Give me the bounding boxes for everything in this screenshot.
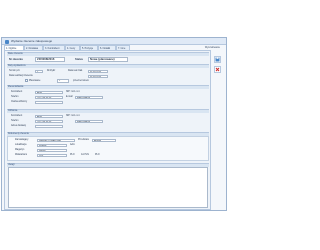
dept-field[interactable]: Kraków [37,143,67,148]
dept2-label: AAA [70,144,75,146]
buyer-address-label: Osoba odbiorcy [11,101,28,103]
order-window: Wydanie zlecenie zakupowego 1. Ogólne 2.… [1,37,227,211]
section-dates: Daty wydawnicze [7,64,209,68]
window-title: Wydanie zlecenie zakupowego [11,39,53,43]
date-plan-field[interactable]: 01.09.2016 [88,74,108,79]
rec-email-field[interactable]: adm@adm.pl [75,119,103,124]
currency-extra-1: PLN [70,154,75,156]
date-done-field[interactable]: 01.09.2016 [88,69,108,74]
section-recipient: Odbiorca [7,109,209,113]
currency-extra-3: PLN [95,154,100,156]
date-plan-label: Data realizacji zlecenia [9,75,33,77]
term-field[interactable]: 1 [35,69,43,74]
order-number-label: Nr zlecenia [9,58,23,61]
currency-extra-2: A1 PLN [81,154,89,156]
rec-phone-label: Telefon [11,120,19,122]
close-icon [215,67,220,72]
buyer-email-label: E-mail [66,96,73,98]
date-done-label: Data real./zak. [68,70,83,72]
buyer-phone-field[interactable]: (12) 234 45 59 [35,95,63,100]
buyer-phone-label: Telefon [11,96,19,98]
currency-field[interactable]: PLN [37,153,67,158]
contact2-label: Przedstaw. [78,139,90,141]
buyer-nip: NIP: ml-1-1-1 [66,91,80,93]
buyer-address-field[interactable] [35,100,63,105]
contact-label: Zamawiający [15,139,29,141]
rec-address-field[interactable] [35,124,63,129]
side-toolbar [211,50,226,210]
save-icon [215,57,220,62]
qty-field[interactable]: 1 [57,79,69,83]
buyer-email-field[interactable]: adm@adm.pl [75,95,103,100]
dept-label: Lokalizacja [15,144,27,146]
term-label: Termin p/o [9,70,20,72]
window-titlebar: Wydanie zlecenie zakupowego [2,38,226,45]
section-buyer: Zleceniodawca [7,85,209,89]
rec-name-field[interactable]: ADM [35,114,63,119]
store-field[interactable]: Serwis [37,148,67,153]
term-unit: Dni/tydz [47,70,56,72]
buyer-name-label: Kontrahent [11,91,23,93]
status-label: Status [75,58,83,61]
status-field[interactable]: Nowe (planowane) [88,57,128,62]
close-button[interactable] [214,66,221,73]
contact2-field[interactable]: ADMIN [92,138,116,143]
save-button[interactable] [214,56,221,63]
search-hint[interactable]: Wyszukiwanie [205,46,220,49]
section-main: Dane zlecenia [7,52,209,56]
contact-field[interactable]: ZAKŁADY KRAKOWA [37,138,75,143]
planned-label: Planowane [29,79,41,82]
rec-phone-field[interactable]: (12) 234 45 59 [35,119,63,124]
app-icon [5,39,9,44]
currency-label: Waluta/kurs [15,154,28,156]
qty-unit: przed terminem [73,79,89,82]
store-label: Magazyn [15,149,25,151]
order-number-field[interactable]: ZZ/0008/2016 [35,57,65,62]
rec-nip: NIP: ml-1-1-1 [66,115,80,117]
buyer-name-field[interactable]: ADM [35,90,63,95]
notes-textarea[interactable] [8,167,208,208]
rec-address-label: Adres dostawy [11,125,27,127]
rec-name-label: Kontrahent [11,115,23,117]
planned-checkbox[interactable] [25,79,28,82]
form-panel: Dane zlecenia Nr zlecenia ZZ/0008/2016 S… [4,50,211,210]
